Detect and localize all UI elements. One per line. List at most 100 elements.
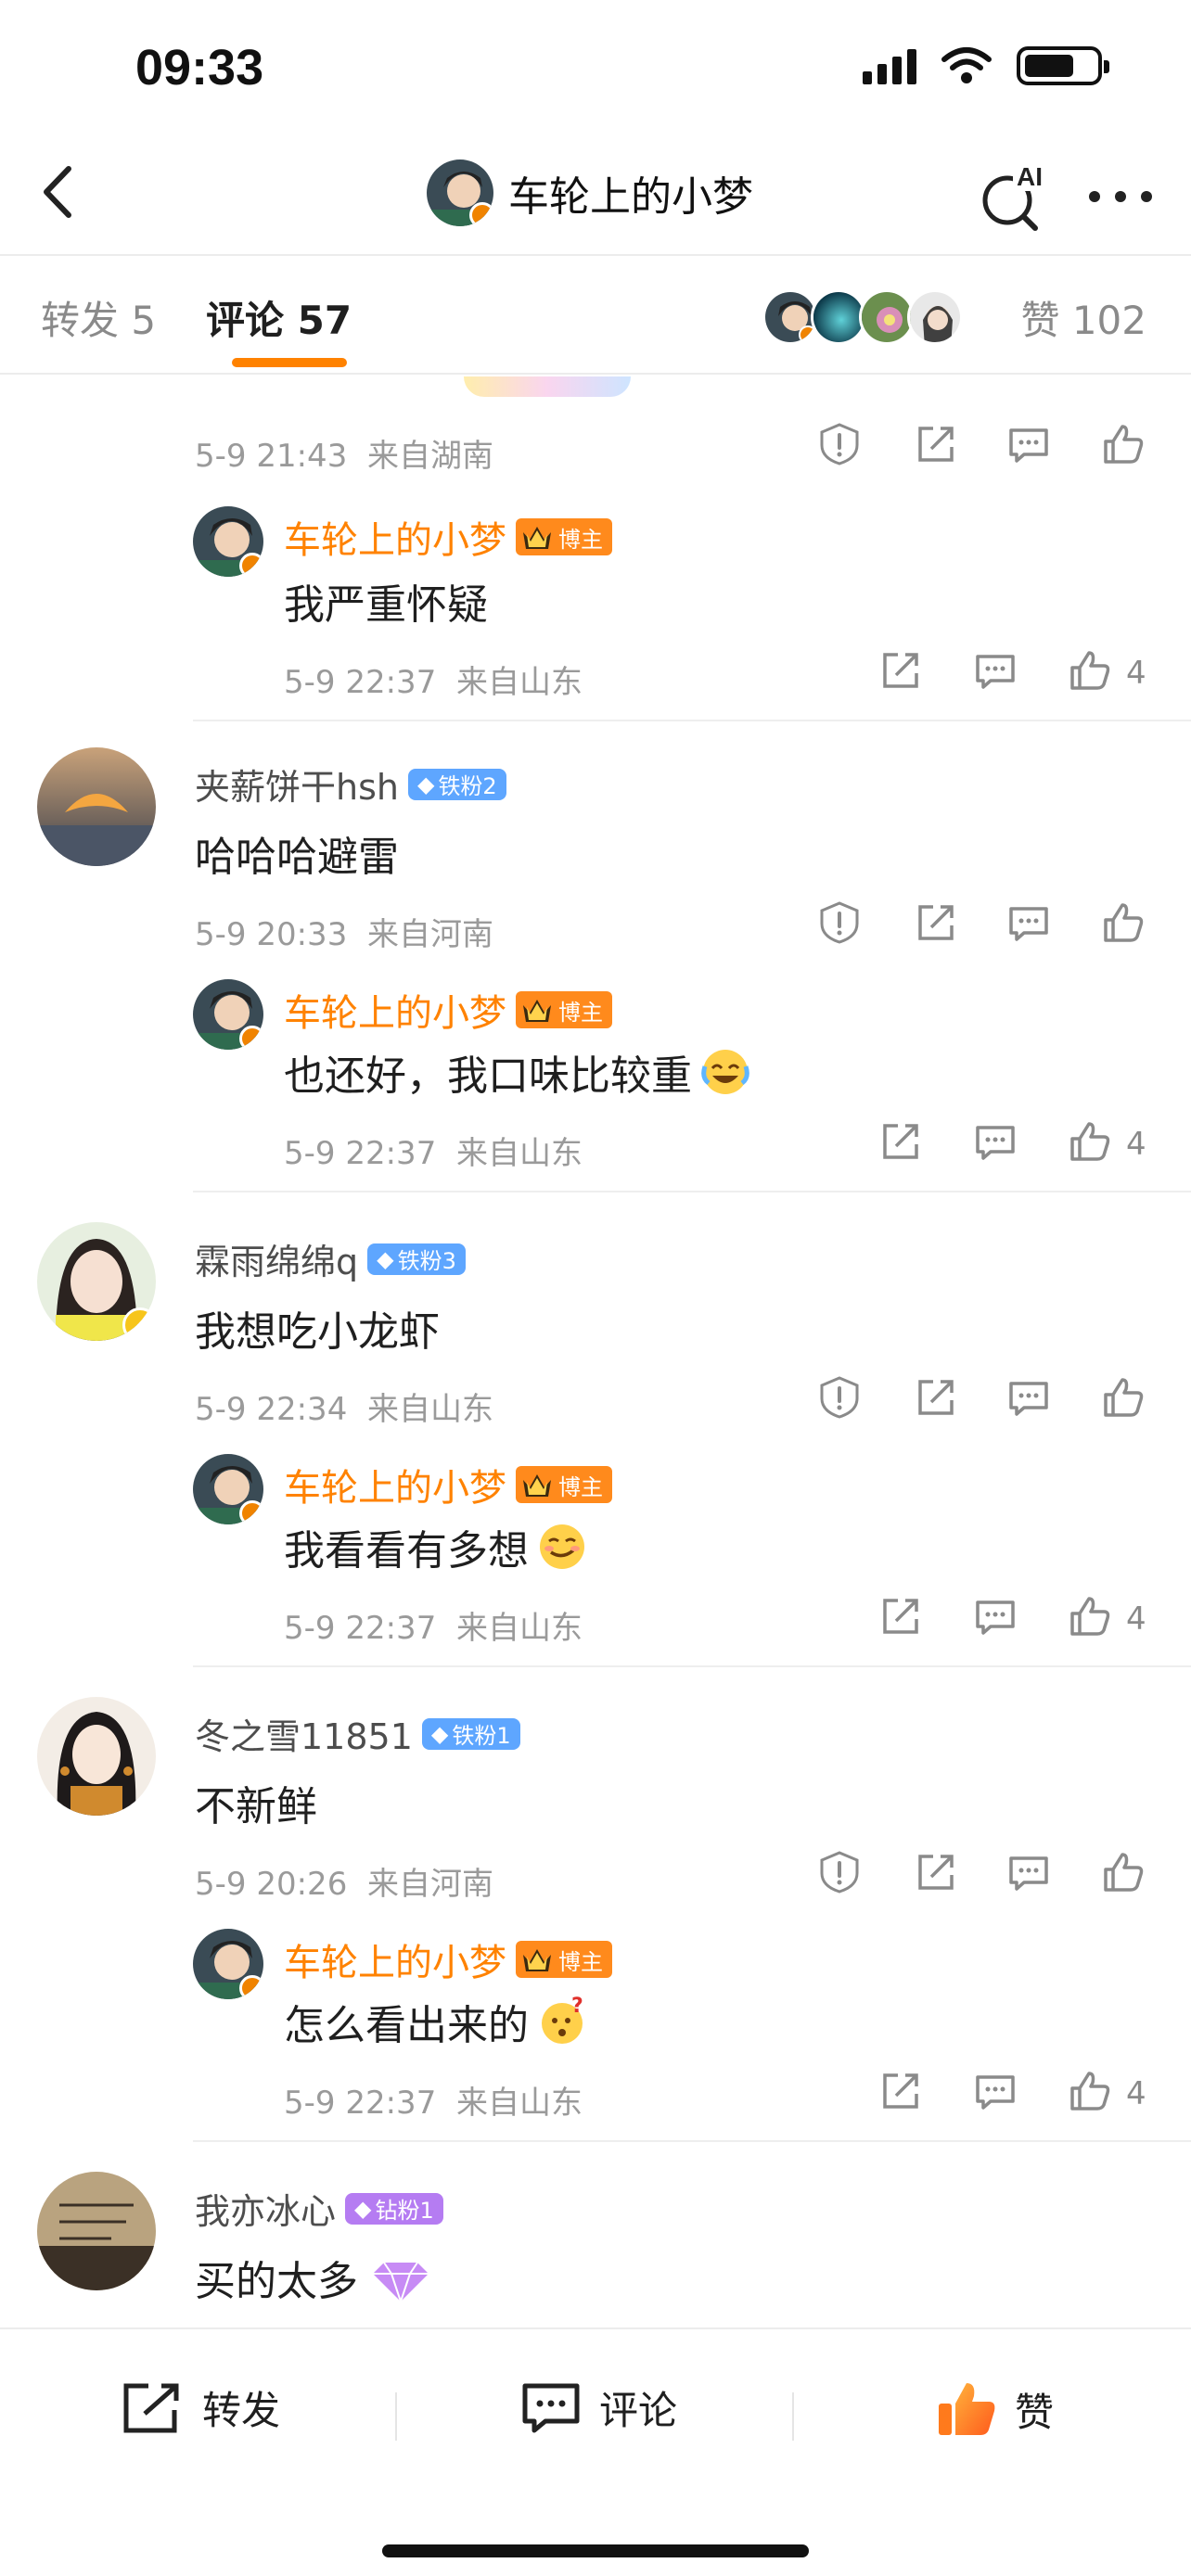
like-icon[interactable] (1100, 899, 1146, 946)
nav-author[interactable]: 车轮上的小梦 (427, 158, 753, 228)
commenter-name[interactable]: 冬之雪11851 ◆ 铁粉1 (195, 1708, 520, 1759)
tab-comments[interactable]: 评论 57 (206, 289, 352, 346)
like-icon[interactable] (1067, 2068, 1113, 2114)
ai-search-icon[interactable]: AI (976, 158, 1054, 236)
puzzled-emoji: ? (542, 1996, 583, 2044)
replier-name[interactable]: 车轮上的小梦 博主 (284, 1932, 612, 1986)
smirk-emoji (540, 1524, 584, 1569)
report-icon[interactable] (816, 421, 863, 467)
reply-text: 我严重怀疑 (284, 581, 488, 629)
like-count[interactable]: 赞 102 (1020, 289, 1146, 346)
repost-icon[interactable] (913, 1374, 959, 1421)
reply-meta-row: 5-9 22:37 来自山东 4 (0, 1593, 1191, 1649)
like-filled-icon (939, 2383, 995, 2435)
comment-meta-row: 5-9 20:26 来自河南 (0, 1849, 1191, 1905)
repost-label: 转发 (202, 2388, 281, 2433)
report-icon[interactable] (816, 1849, 863, 1895)
repost-icon[interactable] (913, 421, 959, 467)
comment-text: 哈哈哈避雷 (195, 834, 399, 881)
comment-item: 霖雨绵绵q ◆ 铁粉3 我想吃小龙虾 5-9 22:34 来自山东 车轮上的小梦… (0, 1222, 1191, 1686)
like-icon[interactable] (1067, 647, 1113, 694)
commenter-name[interactable]: 夹薪饼干hsh ◆ 铁粉2 (195, 759, 506, 810)
repost-icon[interactable] (877, 647, 924, 694)
ai-label: AI (1017, 162, 1043, 191)
replier-avatar[interactable] (193, 506, 263, 577)
repost-icon[interactable] (877, 2068, 924, 2114)
commenter-avatar[interactable] (37, 1697, 156, 1816)
comment-icon[interactable] (1005, 421, 1052, 467)
replier-name[interactable]: 车轮上的小梦 博主 (284, 983, 612, 1037)
comment-item: 夹薪饼干hsh ◆ 铁粉2 哈哈哈避雷 5-9 20:33 来自河南 车轮上的小… (0, 747, 1191, 1211)
repost-icon[interactable] (877, 1118, 924, 1165)
fan-badge: ◆ 钻粉1 (345, 2192, 443, 2225)
crown-icon (523, 1474, 551, 1497)
reply-meta-row: 5-9 22:37 来自山东 4 (0, 647, 1191, 703)
reply-like-count: 4 (1126, 1600, 1146, 1638)
repost-icon[interactable] (913, 1849, 959, 1895)
commenter-avatar[interactable] (37, 747, 156, 866)
like-icon[interactable] (1100, 1849, 1146, 1895)
comment-text: 我想吃小龙虾 (195, 1308, 440, 1356)
comment-icon[interactable] (972, 2068, 1018, 2114)
reply-meta: 5-9 22:37 来自山东 (284, 1610, 583, 1647)
repost-icon[interactable] (877, 1593, 924, 1639)
host-badge: 博主 (516, 1941, 612, 1978)
replier-name[interactable]: 车轮上的小梦 博主 (284, 1458, 612, 1511)
author-avatar[interactable] (427, 159, 493, 226)
commenter-name[interactable]: 霖雨绵绵q ◆ 铁粉3 (195, 1233, 466, 1284)
laugh-cry-emoji (701, 1050, 749, 1094)
comment-icon[interactable] (972, 1593, 1018, 1639)
repost-button[interactable]: 转发 (121, 2379, 280, 2436)
comment-button[interactable]: 评论 (519, 2379, 677, 2436)
divider (193, 1665, 1191, 1667)
comment-icon[interactable] (972, 1118, 1018, 1165)
like-button[interactable]: 赞 (935, 2379, 1054, 2439)
host-badge: 博主 (516, 991, 612, 1028)
reply-meta-row: 5-9 22:37 来自山东 4 (0, 1118, 1191, 1174)
like-icon[interactable] (1067, 1593, 1113, 1639)
comment-item: 冬之雪11851 ◆ 铁粉1 不新鲜 5-9 20:26 来自河南 车轮上的小梦… (0, 1697, 1191, 2161)
comment-icon[interactable] (972, 647, 1018, 694)
sticker-fragment (464, 376, 631, 397)
nav-bar: 车轮上的小梦 AI (0, 139, 1191, 254)
cellular-signal-icon (863, 47, 916, 84)
report-icon[interactable] (816, 899, 863, 946)
divider (193, 1191, 1191, 1192)
divider (193, 2140, 1191, 2142)
comment-icon[interactable] (1005, 1374, 1052, 1421)
verified-badge-icon (122, 1307, 156, 1341)
crown-icon (523, 1000, 551, 1022)
comment-text: 不新鲜 (195, 1783, 317, 1830)
liker-avatar (762, 289, 818, 345)
host-badge: 博主 (516, 518, 612, 555)
comment-icon[interactable] (1005, 899, 1052, 946)
liker-avatar (907, 289, 963, 345)
commenter-avatar[interactable] (37, 1222, 156, 1341)
commenter-avatar[interactable] (37, 2172, 156, 2290)
replier-avatar[interactable] (193, 979, 263, 1050)
replier-name[interactable]: 车轮上的小梦 博主 (284, 510, 612, 564)
active-tab-indicator (232, 358, 347, 367)
reply-meta: 5-9 22:37 来自山东 (284, 664, 583, 701)
report-icon[interactable] (816, 1374, 863, 1421)
more-options-icon[interactable] (1083, 176, 1158, 217)
divider (193, 720, 1191, 721)
comment-icon[interactable] (1005, 1849, 1052, 1895)
nav-title: 车轮上的小梦 (508, 173, 753, 221)
like-icon[interactable] (1100, 421, 1146, 467)
liker-avatars[interactable] (762, 289, 963, 345)
fan-badge: ◆ 铁粉1 (421, 1717, 520, 1750)
comment-label: 评论 (599, 2388, 678, 2433)
commenter-name[interactable]: 我亦冰心 ◆ 钻粉1 (195, 2183, 443, 2234)
svg-text:?: ? (571, 1996, 583, 2018)
back-chevron-icon[interactable] (28, 159, 93, 224)
replier-avatar[interactable] (193, 1454, 263, 1524)
comment-meta: 5-9 20:33 来自河南 (195, 916, 493, 953)
like-icon[interactable] (1100, 1374, 1146, 1421)
comment-feed[interactable]: 5-9 21:43 来自湖南 车轮上的小梦 博主 我严重怀疑 5-9 22:37… (0, 376, 1191, 2324)
replier-avatar[interactable] (193, 1929, 263, 1999)
tab-repost[interactable]: 转发 5 (41, 289, 156, 346)
reply-text: 怎么看出来的 ? (284, 1992, 588, 2051)
repost-icon[interactable] (913, 899, 959, 946)
like-icon[interactable] (1067, 1118, 1113, 1165)
